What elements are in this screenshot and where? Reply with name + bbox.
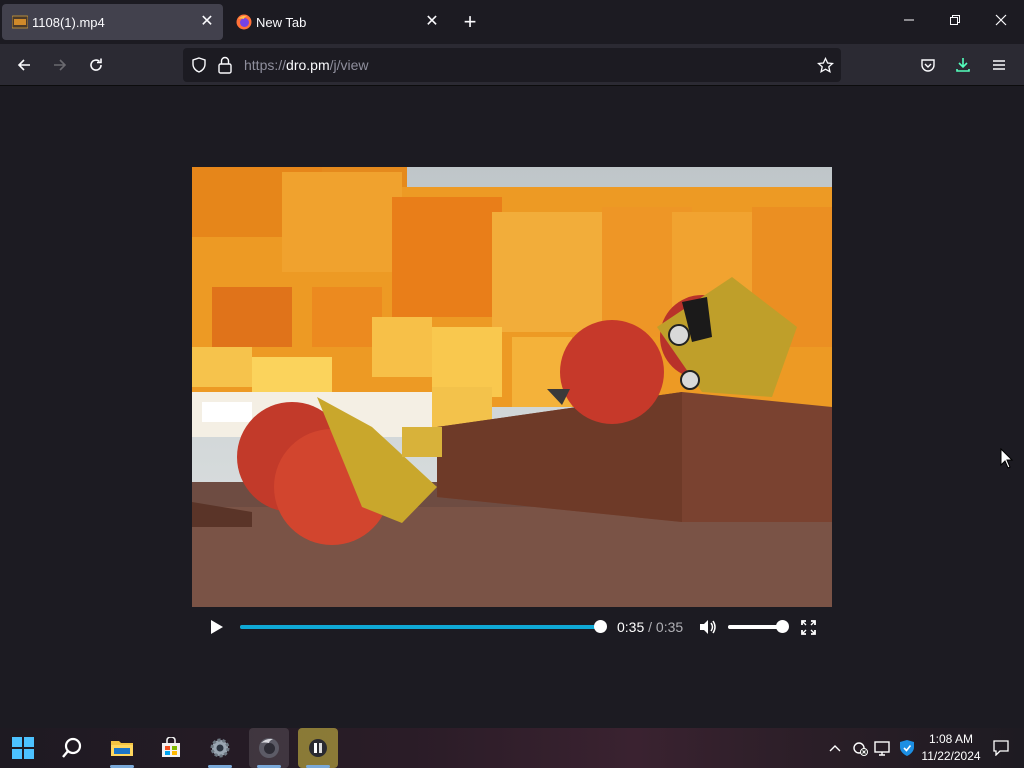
url-text[interactable]: https://dro.pm/j/view [244, 57, 369, 73]
firefox-icon [259, 738, 279, 758]
shield-icon[interactable] [191, 57, 207, 73]
chevron-up-icon [829, 745, 841, 752]
current-time: 0:35 [617, 619, 645, 635]
system-clock[interactable]: 1:08 AM 11/22/2024 [916, 731, 986, 765]
seek-bar-thumb[interactable] [593, 620, 607, 633]
video-frame [192, 167, 832, 607]
tab-title: New Tab [256, 15, 307, 30]
downloads-button[interactable] [949, 51, 977, 79]
time-display: 0:35 / 0:35 [617, 619, 683, 635]
shield-check-icon [900, 740, 914, 756]
forward-button[interactable] [46, 51, 74, 79]
duration-time: 0:35 [655, 619, 684, 635]
tab-video[interactable]: 1108(1).mp4 ✕ [2, 4, 223, 40]
app-taskbar-button[interactable] [298, 728, 338, 768]
clock-date: 11/22/2024 [921, 749, 981, 763]
close-tab-icon[interactable]: ✕ [422, 12, 442, 32]
folder-icon [111, 741, 133, 756]
windows-logo-icon [12, 737, 34, 759]
fullscreen-icon [800, 619, 816, 635]
url-prefix: https:// [244, 57, 287, 73]
minimize-button[interactable] [894, 8, 924, 36]
firefox-icon [236, 14, 252, 30]
tab-title: 1108(1).mp4 [32, 15, 105, 30]
play-button[interactable] [206, 617, 228, 637]
lock-icon[interactable] [217, 56, 233, 74]
url-path: /j/view [329, 57, 369, 73]
arrow-left-icon [17, 59, 30, 71]
close-window-button[interactable] [986, 8, 1016, 36]
hamburger-menu-icon [993, 60, 1005, 70]
new-tab-button[interactable]: + [459, 10, 481, 34]
restore-icon [950, 15, 960, 25]
display-icon[interactable] [874, 739, 892, 757]
notifications-button[interactable] [992, 739, 1010, 757]
file-explorer-button[interactable] [102, 728, 142, 768]
restore-button[interactable] [940, 8, 970, 36]
video-player[interactable] [192, 167, 832, 607]
menu-button[interactable] [985, 51, 1013, 79]
play-icon [211, 620, 223, 634]
gear-icon [210, 738, 230, 758]
network-status-icon[interactable] [851, 739, 869, 757]
arrow-right-icon [54, 59, 67, 71]
navigation-toolbar: https://dro.pm/j/view [0, 44, 1024, 86]
pocket-button[interactable] [914, 51, 942, 79]
seek-bar-fill [240, 625, 600, 629]
url-domain: dro.pm [286, 57, 330, 73]
volume-icon [700, 620, 716, 634]
app-icon [309, 739, 327, 757]
volume-slider[interactable] [728, 620, 789, 633]
store-icon [162, 737, 180, 757]
minimize-icon [904, 19, 914, 21]
tab-strip: 1108(1).mp4 ✕ New Tab ✕ + [0, 0, 1024, 44]
tab-new-tab[interactable]: New Tab ✕ [226, 4, 448, 40]
url-bar[interactable]: https://dro.pm/j/view [183, 48, 841, 82]
reload-icon [90, 58, 102, 71]
video-controls: 0:35 / 0:35 [192, 607, 832, 646]
volume-slider-thumb[interactable] [775, 620, 789, 633]
close-tab-icon[interactable]: ✕ [197, 12, 217, 32]
show-hidden-icons-button[interactable] [826, 739, 844, 757]
video-file-icon [12, 15, 28, 29]
taskbar: 1:08 AM 11/22/2024 [0, 728, 1024, 768]
security-icon[interactable] [898, 739, 916, 757]
time-separator: / [644, 619, 656, 635]
mute-button[interactable] [697, 617, 719, 637]
notification-icon [993, 740, 1009, 756]
network-disconnected-icon [853, 742, 868, 756]
clock-time: 1:08 AM [928, 732, 974, 746]
star-icon[interactable] [817, 57, 834, 74]
store-button[interactable] [151, 728, 191, 768]
settings-button[interactable] [200, 728, 240, 768]
fullscreen-button[interactable] [797, 617, 819, 637]
monitor-icon [874, 741, 890, 756]
seek-bar[interactable] [240, 620, 607, 633]
search-icon [62, 737, 82, 758]
search-button[interactable] [52, 728, 92, 768]
firefox-taskbar-button[interactable] [249, 728, 289, 768]
start-button[interactable] [3, 728, 43, 768]
mouse-cursor-icon [1000, 448, 1014, 469]
close-icon [995, 14, 1007, 26]
reload-button[interactable] [82, 51, 110, 79]
volume-slider-fill [728, 625, 782, 629]
download-icon [956, 58, 970, 72]
pocket-icon [921, 59, 935, 72]
back-button[interactable] [10, 51, 38, 79]
